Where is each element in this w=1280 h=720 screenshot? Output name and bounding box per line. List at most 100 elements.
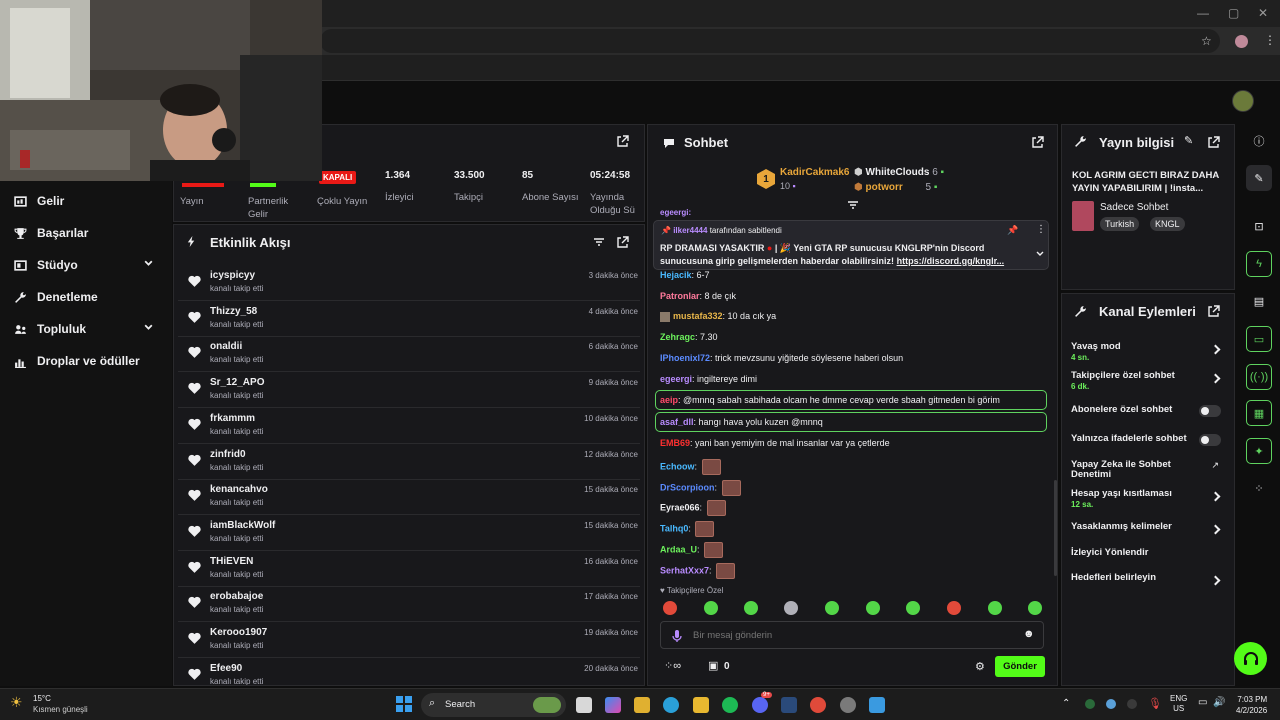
settings-gear-icon[interactable]: ⚙: [975, 660, 985, 673]
toggle-switch[interactable]: [1199, 405, 1221, 417]
file-explorer-icon[interactable]: [634, 697, 650, 713]
chat-input-container[interactable]: ☻: [660, 621, 1044, 649]
activity-username[interactable]: Sr_12_APO: [210, 377, 264, 388]
help-button[interactable]: [1234, 642, 1267, 675]
chevron-down-icon[interactable]: [1035, 250, 1045, 258]
activity-username[interactable]: Thizzy_58: [210, 306, 257, 317]
emote-icon[interactable]: [744, 601, 758, 615]
chat-message[interactable]: EMB69: yani ban yemiyim de mal insanlar …: [660, 438, 890, 448]
emote-icon[interactable]: [825, 601, 839, 615]
chat-message[interactable]: IPhoenixl72: trick mevzsunu yiğitede söy…: [660, 353, 903, 363]
activity-username[interactable]: erobabajoe: [210, 591, 263, 602]
chat-message[interactable]: Hejacik: 6-7: [660, 270, 710, 280]
emote-icon[interactable]: [663, 601, 677, 615]
category-thumbnail[interactable]: [1072, 201, 1094, 231]
user-avatar[interactable]: [1232, 90, 1254, 112]
activity-row[interactable]: onaldii kanalı takip etti 6 dakika önce: [178, 336, 640, 373]
activity-row[interactable]: kenancahvo kanalı takip etti 15 dakika önc…: [178, 479, 640, 516]
copilot-icon[interactable]: [605, 697, 621, 713]
activity-row[interactable]: frkammm kanalı takip etti 10 dakika önce: [178, 408, 640, 444]
chat-message-input[interactable]: [693, 627, 1013, 643]
channel-action-item[interactable]: Yavaş mod 4 sn.: [1071, 342, 1225, 362]
weather-desc[interactable]: Kısmen güneşli: [33, 705, 88, 714]
emote-icon[interactable]: [1028, 601, 1042, 615]
edge-icon[interactable]: [663, 697, 679, 713]
activity-username[interactable]: onaldii: [210, 341, 242, 352]
chat-username[interactable]: EMB69: [660, 438, 690, 448]
nav-item-revenue[interactable]: Gelir: [14, 194, 160, 208]
activity-username[interactable]: kenancahvo: [210, 484, 268, 495]
channel-action-item[interactable]: Hedefleri belirleyin: [1071, 573, 1225, 586]
emote-icon[interactable]: [706, 500, 726, 516]
chat-username[interactable]: Ardaa_U: [660, 544, 697, 554]
channel-action-item[interactable]: İzleyici Yönlendir: [1071, 548, 1225, 558]
activity-username[interactable]: icyspicyy: [210, 270, 255, 281]
chat-message[interactable]: Talhq0:: [660, 521, 715, 537]
chat-message[interactable]: aeip: @mnnq sabah sabihada olcam he dmme…: [660, 395, 1000, 405]
popout-icon[interactable]: [1208, 136, 1220, 148]
chat-username[interactable]: IPhoenixl72: [660, 353, 710, 363]
chat-username[interactable]: DrScorpioon: [660, 482, 715, 492]
tray-app-icon[interactable]: [1127, 699, 1137, 709]
activity-row[interactable]: Kerooo1907 kanalı takip etti 19 dakika önc…: [178, 622, 640, 658]
chat-message[interactable]: Zehragc: 7.30: [660, 332, 718, 342]
address-bar[interactable]: [320, 29, 1220, 53]
chat-message[interactable]: Patronlar: 8 de çık: [660, 291, 736, 301]
tray-app-icon[interactable]: [1085, 699, 1095, 709]
folder-icon[interactable]: [693, 697, 709, 713]
emoji-icon[interactable]: ☻: [1023, 628, 1035, 640]
nav-item-studio[interactable]: Stüdyo: [14, 258, 160, 272]
channel-action-item[interactable]: Takipçilere özel sohbet 6 dk.: [1071, 371, 1225, 391]
spotify-icon[interactable]: [722, 697, 738, 713]
send-button[interactable]: Gönder: [995, 656, 1045, 677]
emote-icon[interactable]: [704, 601, 718, 615]
chat-username[interactable]: asaf_dll: [660, 417, 694, 427]
chat-scrollbar[interactable]: [1054, 480, 1057, 576]
chrome-icon[interactable]: [810, 697, 826, 713]
activity-username[interactable]: Kerooo1907: [210, 627, 267, 638]
chat-username[interactable]: egeergi: [660, 374, 692, 384]
weather-icon[interactable]: ☀: [10, 694, 23, 711]
task-view-icon[interactable]: [576, 697, 592, 713]
chat-username[interactable]: aeip: [660, 395, 678, 405]
activity-row[interactable]: erobabajoe kanalı takip etti 17 dakika önc…: [178, 586, 640, 623]
leaderboard-third[interactable]: ⬢ potworr 5 ▪: [854, 182, 937, 193]
emote-icon[interactable]: [695, 521, 715, 537]
chat-username[interactable]: mustafa332: [673, 311, 723, 321]
nav-item-achievements[interactable]: Başarılar: [14, 226, 160, 240]
nav-item-moderation[interactable]: Denetleme: [14, 290, 160, 304]
emote-icon[interactable]: [701, 459, 721, 475]
lightning-icon[interactable]: ϟ: [1246, 251, 1272, 277]
chat-username[interactable]: Talhq0: [660, 523, 688, 533]
popout-icon[interactable]: [1032, 136, 1044, 148]
leaderboard-second[interactable]: ⬢ WhiiteClouds 6 ▪: [854, 167, 944, 178]
microphone-tray-icon[interactable]: 🎙: [1148, 697, 1162, 710]
channel-action-item[interactable]: Yalnızca ifadelerle sohbet: [1071, 434, 1225, 446]
photos-icon[interactable]: [869, 697, 885, 713]
community-icon[interactable]: ⁘: [1246, 475, 1272, 501]
tag-chip[interactable]: KNGL: [1150, 217, 1185, 231]
activity-row[interactable]: THiEVEN kanalı takip etti 16 dakika önce: [178, 551, 640, 587]
nav-item-drops[interactable]: Droplar ve ödüller: [14, 354, 160, 368]
emote-icon[interactable]: [784, 601, 798, 615]
channel-action-item[interactable]: Hesap yaşı kısıtlaması 12 sa.: [1071, 489, 1225, 509]
activity-username[interactable]: Efee90: [210, 663, 242, 674]
capture-icon[interactable]: ⊡: [1246, 213, 1272, 239]
document-icon[interactable]: ▤: [1246, 288, 1272, 314]
chat-icon[interactable]: ▭: [1246, 326, 1272, 352]
network-icon[interactable]: ▭: [1198, 697, 1207, 708]
profile-avatar[interactable]: [1235, 35, 1248, 48]
chat-message[interactable]: DrScorpioon:: [660, 480, 741, 496]
broadcast-icon[interactable]: ((·)): [1246, 364, 1272, 390]
tray-chevron-icon[interactable]: ⌃: [1062, 698, 1070, 709]
activity-username[interactable]: frkammm: [210, 413, 255, 424]
activity-row[interactable]: Thizzy_58 kanalı takip etti 4 dakika önce: [178, 301, 640, 337]
stats-icon[interactable]: ▦: [1246, 400, 1272, 426]
chat-username[interactable]: Patronlar: [660, 291, 700, 301]
popout-icon[interactable]: [617, 236, 629, 248]
maximize-button[interactable]: ▢: [1228, 6, 1239, 20]
tag-chip[interactable]: Turkish: [1100, 217, 1140, 231]
activity-row[interactable]: iamBlackWolf kanalı takip etti 15 dakika ö…: [178, 515, 640, 551]
close-window-button[interactable]: ✕: [1258, 6, 1268, 20]
channel-action-item[interactable]: Yasaklanmış kelimeler: [1071, 522, 1225, 535]
